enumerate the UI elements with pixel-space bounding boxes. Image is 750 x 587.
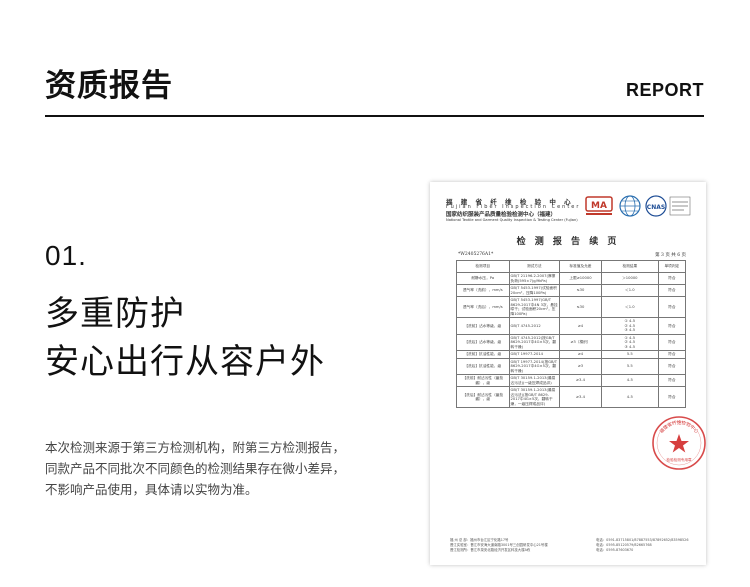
desc-line-3: 不影响产品使用，具体请以实物为准。 [45,482,258,497]
cell-result: 5.5 [600,350,659,359]
headline-line-2: 安心出行从容户外 [45,342,325,382]
cell-result: 4-5 [600,374,659,387]
cell-verdict: 符合 [657,333,687,351]
cell-item: 耐静水压，Pa [456,272,510,285]
cell-verdict: 符合 [657,272,687,285]
cell-item: 【洗后】耐沾污性（番茄酱），级 [456,386,510,408]
footer-addresses: 福 州 总 部：福州市台江区宁化路17号 晋江实验室：晋江市安海大道南路3001… [450,538,570,553]
cell-method: GB/T 19977-2014 [508,350,560,359]
section-description: 本次检测来源于第三方检测机构，附第三方检测报告， 同款产品不同批次不同颜色的检测… [45,437,395,500]
cell-standard: ≥3-4 [558,374,602,387]
table-header-row: 检测项目 测试方法 标准值及允差 检测结果 单项判定 [456,260,687,273]
ma-logo-icon: MA [585,196,613,215]
desc-line-1: 本次检测来源于第三方检测机构，附第三方检测报告， [45,440,346,455]
test-report-document: 福 建 省 纤 维 检 验 中 心 Fujian Fiber Inspectio… [430,182,706,565]
cell-item: 【洗前】沾水等级，级 [456,317,510,335]
cnas-logo-text: CNAS [647,204,665,211]
col-header-verdict: 单项判定 [657,260,687,273]
table-row: 【洗后】抗油性能，级 GB/T 19977-2014(按GB/T 8629-201… [456,357,687,375]
table-row: 【洗前】抗油性能，级 GB/T 19977-2014 ≥4 5.5 符合 [456,350,687,359]
cell-method: GB/T 4745-2012 [508,317,560,335]
cell-result: ① 4-5 ② 4-5 ③ 4-5 [600,333,659,351]
cell-item: 【洗后】沾水等级，级 [456,333,510,351]
ilac-mra-icon [669,196,691,216]
cell-standard: ≥4 [558,317,602,335]
page-title: 资质报告 [45,68,173,104]
accreditation-logos: MA CNAS [585,195,691,217]
svg-text:检验检测专用章: 检验检测专用章 [666,457,692,462]
cell-standard: 上限≥10000 [558,272,602,285]
table-row: 透气率（洗前），mm/s GB/T 5453-1997(试验面积20cm²，压降1… [456,284,687,297]
footer-address-line: 晋江检测所：晋江市泉安北路经济开发区科技大楼A栋 [450,548,531,552]
cell-method: GB/T 30159.1-2013(最易沾污法)(一级压焊成品评) [508,374,560,387]
cell-item: 透气率（洗前），mm/s [456,284,510,297]
cell-standard: ≥3（棉织） [558,333,602,351]
cnas-logo-icon: CNAS [645,195,667,217]
table-row: 【洗后】沾水等级，级 GB/T 4745-2012(按GB/T 8629-2017… [456,333,687,351]
page-title-en: REPORT [625,80,704,100]
headline-line-1: 多重防护 [45,294,185,334]
cell-method: GB/T 21196.2-2007(摩擦负荷(595±7)g/9kPa) [508,272,560,285]
cell-result: ＞10000 [600,272,659,285]
table-row: 透气率（洗后），mm/s GB/T 5453-1997(GB/T 8629-201… [456,296,687,318]
cell-method: GB/T 4745-2012(按GB/T 8629-2017中4G×5次，翻转干… [508,333,560,351]
section-number: 01. [45,240,87,271]
table-row: 【洗前】耐沾污性（番茄酱），级 GB/T 30159.1-2013(最易沾污法)(… [456,374,687,387]
cell-item: 【洗前】耐沾污性（番茄酱），级 [456,374,510,387]
cell-item: 【洗前】抗油性能，级 [456,350,510,359]
cell-result: ＜1.0 [600,296,659,318]
cell-standard: ≥4 [558,350,602,359]
cell-result: ① 4-5 ② 4-5 ③ 4-5 [600,317,659,335]
report-title: 检 测 报 告 续 页 [516,237,620,247]
table-row: 耐静水压，Pa GB/T 21196.2-2007(摩擦负荷(595±7)g/9k… [456,272,687,285]
cell-verdict: 符合 [657,386,687,408]
footer-phone-line: 电话：0595-87603670 [596,548,634,552]
official-seal-stamp: 福建省纤维检验中心 检验检测专用章 [652,416,706,470]
header-divider [45,115,704,117]
col-header-method: 测试方法 [508,260,560,273]
col-header-standard: 标准值及允差 [558,260,602,273]
table-row: 【洗前】沾水等级，级 GB/T 4745-2012 ≥4 ① 4-5 ② 4-5 ③ … [456,317,687,335]
section-headline: 多重防护 安心出行从容户外 [45,290,325,386]
ma-logo-text: MA [591,201,607,211]
table-row: 【洗后】耐沾污性（番茄酱），级 GB/T 30159.1-2013(最易沾污法)(… [456,386,687,408]
cell-verdict: 符合 [657,357,687,375]
ilac-globe-icon [619,195,641,217]
cell-method: GB/T 30159.1-2013(最易沾污法)(按GB/T 8629-2017… [508,386,560,408]
cell-verdict: 符合 [657,374,687,387]
cell-result: 4-5 [600,386,659,408]
cell-standard: ≤30 [558,284,602,297]
test-results-table: 检测项目 测试方法 标准值及允差 检测结果 单项判定 耐静水压，Pa GB/T 2… [456,260,687,408]
cell-verdict: 符合 [657,350,687,359]
cert-center-name-en: National Textile and Garment Quality Ins… [446,218,578,222]
cell-result: ＜1.0 [600,284,659,297]
cell-standard: ≥3 [558,357,602,375]
desc-line-2: 同款产品不同批次不同颜色的检测结果存在微小差异， [45,461,346,476]
footer-phones: 电话：0591-83715801/87887553/87892652/83598… [596,538,696,553]
report-page-number: 第 3 页 共 6 页 [655,253,686,258]
cell-verdict: 符合 [657,284,687,297]
cert-center-name: 国家纺织服装产品质量检验检测中心（福建） [446,212,557,218]
cell-verdict: 符合 [657,317,687,335]
col-header-item: 检测项目 [456,260,510,273]
cell-item: 【洗后】抗油性能，级 [456,357,510,375]
cell-verdict: 符合 [657,296,687,318]
cell-method: GB/T 5453-1997(试验面积20cm²，压降100Pa) [508,284,560,297]
cell-standard: ≥3-4 [558,386,602,408]
cell-method: GB/T 5453-1997(GB/T 8629-2017中4N 3次，悬挂晾干… [508,296,560,318]
cell-standard: ≤30 [558,296,602,318]
cell-result: 5.5 [600,357,659,375]
col-header-result: 检测结果 [600,260,659,273]
cell-method: GB/T 19977-2014(按GB/T 8629-2017中4G×5次，翻转… [508,357,560,375]
report-number: *W2405276A1* [458,252,494,257]
cell-item: 透气率（洗后），mm/s [456,296,510,318]
